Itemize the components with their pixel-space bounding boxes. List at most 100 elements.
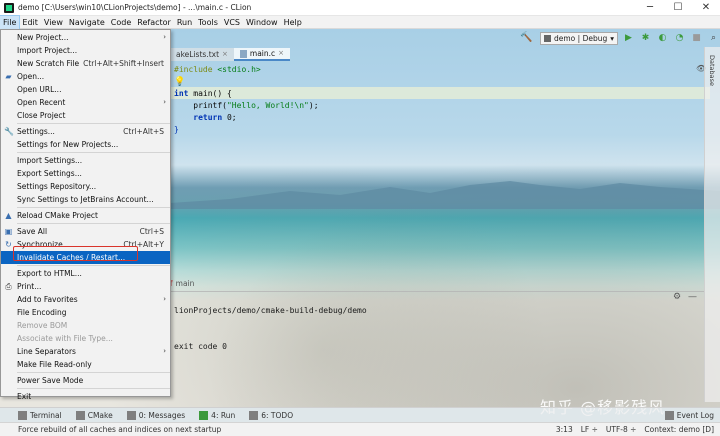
hide-panel-icon[interactable]: — [688, 292, 697, 302]
caret-position[interactable]: 3:13 [556, 425, 573, 434]
toolwindow-run[interactable]: 4: Run [199, 410, 235, 420]
menu-item-reload-cmake[interactable]: ▲ Reload CMake Project [1, 209, 170, 222]
close-button[interactable]: ✕ [692, 0, 720, 16]
menu-item-settings-new-projects[interactable]: Settings for New Projects... [1, 138, 170, 151]
menu-item-label: Invalidate Caches / Restart... [17, 253, 126, 262]
menu-item-synchronize[interactable]: ↻ Synchronize Ctrl+Alt+Y [1, 238, 170, 251]
menu-item-export-settings[interactable]: Export Settings... [1, 167, 170, 180]
menu-item-import-settings[interactable]: Import Settings... [1, 154, 170, 167]
menu-item-open[interactable]: ▰ Open... [1, 70, 170, 83]
toolwindow-terminal[interactable]: Terminal [18, 410, 62, 420]
menu-item-close-project[interactable]: Close Project [1, 109, 170, 122]
menu-separator [17, 223, 170, 224]
menu-item-exit[interactable]: Exit [1, 390, 170, 403]
menu-item-add-to-favorites[interactable]: Add to Favorites › [1, 293, 170, 306]
hammer-icon[interactable]: 🔨 [520, 32, 532, 44]
menu-view[interactable]: View [41, 16, 66, 29]
menu-help[interactable]: Help [281, 16, 305, 29]
menu-item-line-separators[interactable]: Line Separators › [1, 345, 170, 358]
menu-item-power-save-mode[interactable]: Power Save Mode [1, 374, 170, 387]
menu-refactor[interactable]: Refactor [134, 16, 174, 29]
menu-item-label: File Encoding [17, 308, 67, 317]
menu-navigate[interactable]: Navigate [66, 16, 108, 29]
cmake-config-icon [544, 34, 551, 42]
menu-item-label: Remove BOM [17, 321, 68, 330]
coverage-icon[interactable]: ◐ [656, 32, 669, 45]
code-line-5: return 0; [174, 112, 319, 124]
run-tab-label[interactable]: main [176, 279, 195, 288]
stop-icon[interactable]: ■ [690, 32, 703, 45]
menu-item-label: Export Settings... [17, 169, 82, 178]
lightbulb-icon[interactable]: 💡 [174, 77, 185, 87]
tab-cmakelists[interactable]: akeLists.txt × [170, 48, 234, 61]
menu-item-export-html[interactable]: Export to HTML... [1, 267, 170, 280]
tab-main-c[interactable]: main.c × [233, 47, 291, 61]
menu-tools[interactable]: Tools [195, 16, 221, 29]
context-selector[interactable]: Context: demo [D] [644, 425, 714, 434]
toolwindow-messages[interactable]: 0: Messages [126, 410, 186, 420]
menu-window[interactable]: Window [243, 16, 281, 29]
menu-item-label: Add to Favorites [17, 295, 78, 304]
menu-item-file-encoding[interactable]: File Encoding [1, 306, 170, 319]
menu-item-new-project[interactable]: New Project... › [1, 31, 170, 44]
editor-tabs: akeLists.txt × main.c × [170, 47, 700, 61]
chevron-down-icon: ▾ [610, 33, 614, 43]
menu-item-settings-repository[interactable]: Settings Repository... [1, 180, 170, 193]
menu-edit[interactable]: Edit [19, 16, 41, 29]
event-log-label: Event Log [676, 410, 714, 420]
menu-item-shortcut: Ctrl+Alt+Y [123, 240, 164, 249]
menu-item-invalidate-caches[interactable]: Invalidate Caches / Restart... [1, 251, 170, 264]
menu-item-open-url[interactable]: Open URL... [1, 83, 170, 96]
menu-vcs[interactable]: VCS [221, 16, 243, 29]
database-toolwindow-button[interactable]: Database [708, 55, 716, 86]
toolwindow-todo[interactable]: 6: TODO [249, 410, 293, 420]
maximize-button[interactable]: ☐ [664, 0, 692, 16]
close-icon[interactable]: × [222, 48, 228, 61]
menu-separator [17, 207, 170, 208]
menu-item-label: Line Separators [17, 347, 76, 356]
sync-icon: ↻ [5, 240, 12, 249]
run-output: lionProjects/demo/cmake-build-debug/demo… [174, 305, 367, 353]
menu-item-label: Settings Repository... [17, 182, 97, 191]
menu-item-label: Export to HTML... [17, 269, 82, 278]
print-icon: ⎙ [5, 282, 12, 291]
line-separator[interactable]: LF ÷ [581, 425, 598, 434]
code-editor[interactable]: #include <stdio.h> 💡 int main() { printf… [174, 64, 319, 136]
tool-window-bar: Terminal CMake 0: Messages 4: Run 6: TOD… [0, 407, 720, 422]
toolwindow-label: 0: Messages [138, 410, 186, 420]
run-icon[interactable]: ▶ [622, 32, 635, 45]
toolwindow-cmake[interactable]: CMake [75, 410, 113, 420]
minimize-button[interactable]: ─ [636, 0, 664, 16]
cmake-reload-icon: ▲ [5, 211, 12, 220]
gear-icon[interactable]: ⚙ [673, 292, 681, 302]
event-log-button[interactable]: Event Log [664, 410, 714, 420]
menu-item-new-scratch-file[interactable]: New Scratch File Ctrl+Alt+Shift+Insert [1, 57, 170, 70]
search-icon[interactable]: ⌕ [707, 32, 720, 45]
menu-item-settings[interactable]: 🔧 Settings... Ctrl+Alt+S [1, 125, 170, 138]
debug-icon[interactable]: ✱ [639, 32, 652, 45]
menu-item-sync-settings[interactable]: Sync Settings to JetBrains Account... [1, 193, 170, 206]
menu-item-label: Settings... [17, 127, 55, 136]
menu-separator [17, 265, 170, 266]
file-encoding[interactable]: UTF-8 ÷ [606, 425, 637, 434]
menu-item-import-project[interactable]: Import Project... [1, 44, 170, 57]
menu-item-open-recent[interactable]: Open Recent › [1, 96, 170, 109]
menu-item-label: Import Project... [17, 46, 78, 55]
menu-item-label: Sync Settings to JetBrains Account... [17, 195, 154, 204]
run-panel-header: f main [170, 278, 704, 289]
menu-item-label: New Project... [17, 33, 69, 42]
code-line-2: 💡 [174, 76, 319, 88]
menu-item-print[interactable]: ⎙ Print... [1, 280, 170, 293]
menu-item-make-read-only[interactable]: Make File Read-only [1, 358, 170, 371]
menu-code[interactable]: Code [108, 16, 134, 29]
run-config-label: demo | Debug [554, 33, 608, 43]
menu-item-label: Exit [17, 392, 32, 401]
run-configuration-select[interactable]: demo | Debug ▾ [540, 31, 618, 45]
profile-icon[interactable]: ◔ [673, 32, 686, 45]
menu-item-save-all[interactable]: ▣ Save All Ctrl+S [1, 225, 170, 238]
cmake-icon [75, 410, 85, 420]
menu-file[interactable]: File [0, 14, 21, 30]
menu-separator [17, 152, 170, 153]
close-icon[interactable]: × [278, 47, 284, 60]
menu-run[interactable]: Run [174, 16, 195, 29]
